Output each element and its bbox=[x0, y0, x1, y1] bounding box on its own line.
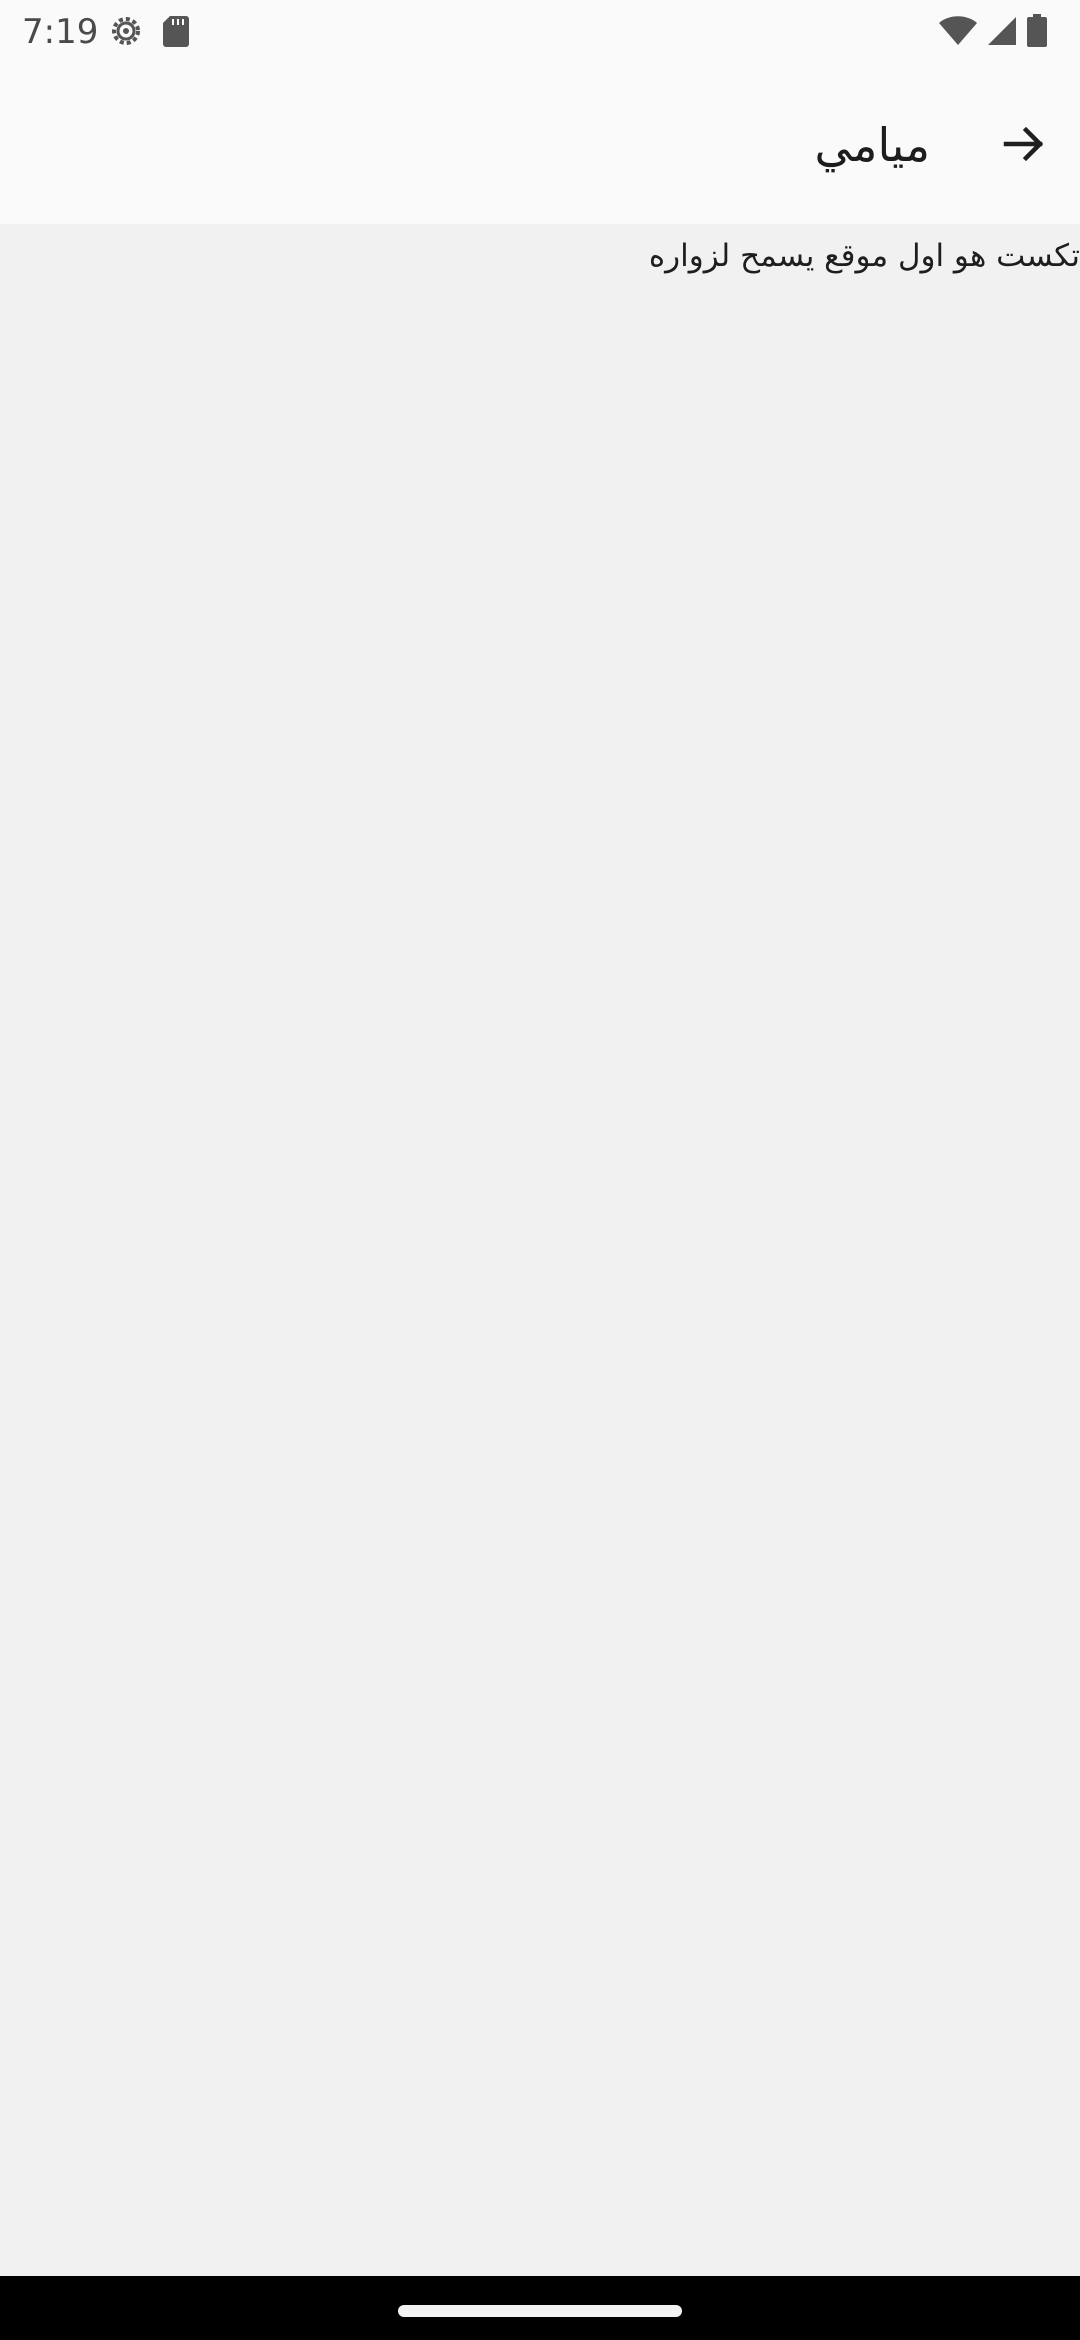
status-left-icons bbox=[108, 14, 190, 52]
content-text: تكست هو اول موقع يسمح لزواره bbox=[648, 238, 1080, 274]
status-right-icons bbox=[938, 14, 1048, 52]
home-indicator[interactable] bbox=[398, 2305, 682, 2317]
settings-gear-icon bbox=[108, 13, 144, 53]
status-time: 7:19 bbox=[22, 12, 99, 52]
cell-signal-icon bbox=[986, 15, 1018, 51]
arrow-back-icon bbox=[1000, 120, 1048, 172]
back-button[interactable] bbox=[988, 110, 1060, 182]
content-area: تكست هو اول موقع يسمح لزواره bbox=[0, 224, 1080, 2276]
app-bar: ميامي bbox=[0, 66, 1080, 224]
wifi-icon bbox=[938, 15, 978, 51]
sd-card-icon bbox=[162, 14, 190, 52]
navigation-bar bbox=[0, 2276, 1080, 2340]
status-bar: 7:19 bbox=[0, 0, 1080, 66]
battery-icon bbox=[1026, 14, 1048, 52]
page-title: ميامي bbox=[814, 118, 930, 172]
